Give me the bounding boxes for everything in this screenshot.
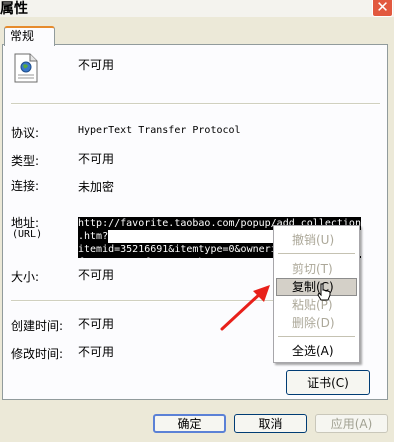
connection-value: 未加密 [78, 180, 115, 194]
size-label: 大小: [11, 270, 40, 284]
close-button[interactable]: ✕ [372, 0, 393, 17]
separator [11, 103, 380, 105]
ok-button[interactable]: 确定 [153, 414, 226, 433]
ok-button-label: 确定 [177, 417, 202, 431]
created-value: 不可用 [78, 317, 115, 331]
document-icon [14, 53, 38, 83]
tab-strip [0, 17, 394, 45]
mouse-cursor-icon [317, 283, 331, 301]
menu-item-delete[interactable]: 删除(D) [276, 314, 357, 332]
title-bar[interactable]: 属性 ✕ [0, 0, 394, 17]
red-arrow-icon [220, 285, 270, 331]
tab-general[interactable]: 常规 [4, 26, 55, 46]
window-title: 属性 [0, 1, 28, 17]
cancel-button-label: 取消 [258, 417, 283, 431]
close-icon: ✕ [376, 0, 389, 16]
menu-item-undo[interactable]: 撤销(U) [276, 231, 357, 249]
apply-button-label: 应用(A) [330, 417, 373, 431]
file-name: 不可用 [78, 58, 115, 72]
protocol-label: 协议: [11, 126, 40, 140]
address-sublabel: (URL) [12, 229, 43, 240]
modified-label: 修改时间: [11, 347, 64, 361]
menu-separator [278, 253, 355, 254]
menu-item-cut[interactable]: 剪切(T) [276, 260, 357, 278]
apply-button[interactable]: 应用(A) [315, 414, 388, 433]
protocol-value: HyperText Transfer Protocol [78, 125, 241, 136]
type-value: 不可用 [78, 152, 115, 166]
address-line: .htm? [78, 230, 109, 243]
menu-item-cut-label: 剪切(T) [292, 262, 333, 276]
modified-value: 不可用 [78, 345, 115, 359]
size-value: 不可用 [78, 268, 115, 282]
menu-item-select-all-label: 全选(A) [292, 344, 334, 358]
created-label: 创建时间: [11, 319, 64, 333]
menu-item-select-all[interactable]: 全选(A) [276, 342, 357, 360]
cancel-button[interactable]: 取消 [234, 414, 307, 433]
certificate-button-label: 证书(C) [307, 376, 349, 390]
menu-item-undo-label: 撤销(U) [292, 233, 335, 247]
menu-item-delete-label: 删除(D) [292, 316, 335, 330]
type-label: 类型: [11, 154, 40, 168]
menu-separator [278, 336, 355, 337]
tab-general-label: 常规 [10, 29, 35, 43]
address-line: itemid=35216691&itemtype=0&ownerid= [78, 243, 289, 256]
connection-label: 连接: [11, 179, 40, 193]
certificate-button[interactable]: 证书(C) [286, 370, 370, 395]
